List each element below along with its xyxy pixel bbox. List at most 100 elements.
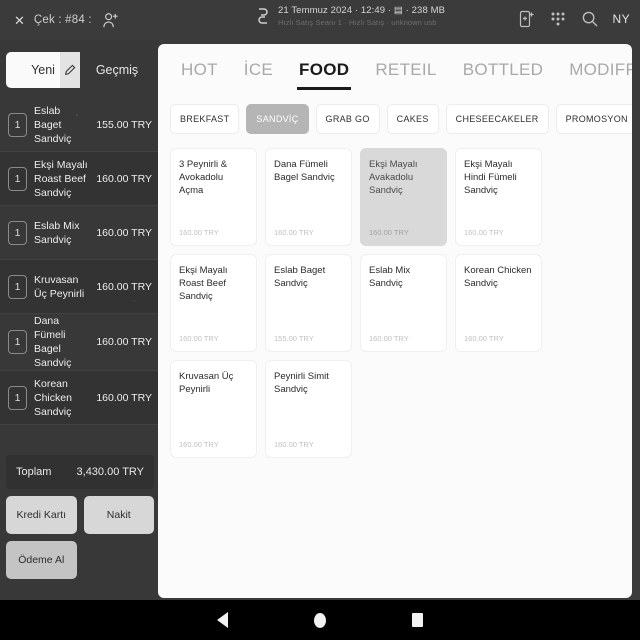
subcategory-chip[interactable]: GRAB GO <box>315 104 380 134</box>
product-price: 160.00 TRY <box>274 228 314 237</box>
pay-cash-button[interactable]: Nakit <box>83 496 154 534</box>
category-tab[interactable]: BOTTLED <box>450 60 557 90</box>
product-name: Kruvasan Üç Peynirli <box>179 371 234 395</box>
cart-item-row[interactable]: 1 Dana Fümeli Bagel Sandviç 160.00 TRY <box>0 314 160 371</box>
subcategory-chip[interactable]: PROMOSYON <box>555 104 632 134</box>
cart-item-qty[interactable]: 1 <box>8 112 27 137</box>
tab-new-label: Yeni <box>31 63 55 77</box>
cart-item-row[interactable]: 1 Ekşi Mayalı Roast Beef Sandviç 160.00 TR… <box>0 152 160 206</box>
recents-square-icon[interactable] <box>412 613 423 627</box>
add-person-icon[interactable] <box>101 11 120 30</box>
product-card[interactable]: Eslab Baget Sandviç 155.00 TRY <box>265 254 352 352</box>
pencil-icon[interactable] <box>60 52 80 88</box>
product-card[interactable]: Ekşi Mayalı Avakadolu Sandviç 160.00 TRY <box>360 148 447 246</box>
product-card[interactable]: Korean Chicken Sandviç 160.00 TRY <box>455 254 542 352</box>
product-name: Dana Fümeli Bagel Sandviç <box>274 159 335 183</box>
cart-item-row[interactable]: 1 Eslab Baget Sandviç 155.00 TRY <box>0 98 160 152</box>
subcategory-chip[interactable]: BREKFAST <box>170 104 240 134</box>
cart-item-qty[interactable]: 1 <box>8 220 27 245</box>
cart-item-price: 160.00 TRY <box>96 280 152 293</box>
product-name: Ekşi Mayalı Avakadolu Sandviç <box>369 159 418 196</box>
product-card[interactable]: 3 Peynirli & Avokadolu Açma 160.00 TRY <box>170 148 257 246</box>
product-price: 160.00 TRY <box>274 440 314 449</box>
cart-item-name: Kruvasan Üç Peynirli <box>34 273 85 300</box>
category-tabs[interactable]: HOTİCEFOODRETEILBOTTLEDMODIFFRES <box>158 44 632 90</box>
tab-history[interactable]: Geçmiş <box>80 52 154 88</box>
product-price: 160.00 TRY <box>179 334 219 343</box>
product-price: 160.00 TRY <box>464 334 504 343</box>
category-tab[interactable]: İCE <box>231 60 286 90</box>
datetime-memory-label: 21 Temmuz 2024 · 12:49 · ▤ · 238 MB <box>278 5 446 16</box>
cart-item-row[interactable]: 1 Eslab Mix Sandviç 160.00 TRY <box>0 206 160 260</box>
category-tab[interactable]: HOT <box>168 60 231 90</box>
subcategory-chip[interactable]: CAKES <box>386 104 439 134</box>
check-number-label[interactable]: Çek : #84 : <box>34 14 92 26</box>
cart-item-price: 160.00 TRY <box>96 391 152 404</box>
pos-app-screen: ✕ Çek : #84 : 21 Temmuz 2024 · 12:49 · ▤… <box>0 0 640 640</box>
subcategory-chips[interactable]: BREKFAST SANDVİÇ GRAB GO CAKES CHESEECAKELER… <box>158 90 632 134</box>
cart-item-name: Eslab Mix Sandviç <box>34 219 80 246</box>
user-initials-badge[interactable]: NY <box>613 12 630 26</box>
cart-total-value: 3,430.00 TRY <box>76 466 144 478</box>
pay-credit-card-button[interactable]: Kredi Kartı <box>6 496 77 534</box>
product-price: 155.00 TRY <box>274 334 314 343</box>
product-name: Peynirli Simit Sandviç <box>274 371 329 395</box>
take-payment-button[interactable]: Ödeme Al <box>6 541 77 579</box>
sync-icon <box>255 7 271 25</box>
catalog-panel: HOTİCEFOODRETEILBOTTLEDMODIFFRES BREKFAS… <box>158 44 632 598</box>
cart-item-list[interactable]: 1 Eslab Baget Sandviç 155.00 TRY 1 Ekşi Maya… <box>0 98 160 488</box>
cart-item-price: 160.00 TRY <box>96 226 152 239</box>
home-circle-icon[interactable] <box>314 612 326 628</box>
cart-item-price: 160.00 TRY <box>96 172 152 185</box>
tab-history-label: Geçmiş <box>95 63 139 77</box>
product-price: 160.00 TRY <box>179 440 219 449</box>
category-tab[interactable]: RETEIL <box>362 60 449 90</box>
product-name: Korean Chicken Sandviç <box>464 265 532 289</box>
product-price: 160.00 TRY <box>369 228 409 237</box>
search-icon[interactable] <box>581 10 599 28</box>
cart-item-qty[interactable]: 1 <box>8 274 27 299</box>
product-card[interactable]: Eslab Mix Sandviç 160.00 TRY <box>360 254 447 352</box>
cart-item-name: Ekşi Mayalı Roast Beef Sandviç <box>34 158 88 199</box>
cart-item-qty[interactable]: 1 <box>8 385 27 410</box>
cart-panel: Yeni Geçmiş 1 Eslab Baget Sandviç 155.00 T… <box>0 40 160 600</box>
cart-item-name: Dana Fümeli Bagel Sandviç <box>34 315 72 369</box>
status-bar-right: NY <box>517 10 630 28</box>
product-price: 160.00 TRY <box>179 228 219 237</box>
session-name-label: Hızlı Satış Seanı 1 · Hızlı Satış · unkn… <box>278 18 437 27</box>
add-device-icon[interactable] <box>517 10 535 28</box>
category-tab[interactable]: MODIFFRES <box>556 60 632 90</box>
product-card[interactable]: Ekşi Mayalı Roast Beef Sandviç 160.00 TRY <box>170 254 257 352</box>
product-price: 160.00 TRY <box>369 334 409 343</box>
subcategory-chip[interactable]: CHESEECAKELER <box>445 104 549 134</box>
product-price: 160.00 TRY <box>464 228 504 237</box>
product-name: Eslab Mix Sandviç <box>369 265 411 289</box>
cart-item-qty[interactable]: 1 <box>8 166 27 191</box>
product-card[interactable]: Ekşi Mayalı Hindi Fümeli Sandviç 160.00 T… <box>455 148 542 246</box>
cart-item-row[interactable]: 1 Korean Chicken Sandviç 160.00 TRY <box>0 371 160 425</box>
product-name: Ekşi Mayalı Hindi Fümeli Sandviç <box>464 159 517 196</box>
product-name: 3 Peynirli & Avokadolu Açma <box>179 159 228 196</box>
product-card[interactable]: Peynirli Simit Sandviç 160.00 TRY <box>265 360 352 458</box>
keypad-grid-icon[interactable] <box>549 10 567 28</box>
cart-tabs: Yeni Geçmiş <box>6 52 154 88</box>
close-icon[interactable]: ✕ <box>14 14 25 27</box>
cart-item-qty[interactable]: 1 <box>8 330 27 354</box>
status-bar: ✕ Çek : #84 : 21 Temmuz 2024 · 12:49 · ▤… <box>0 0 640 40</box>
product-card[interactable]: Dana Fümeli Bagel Sandviç 160.00 TRY <box>265 148 352 246</box>
cart-item-row[interactable]: 1 Kruvasan Üç Peynirli 160.00 TRY <box>0 260 160 314</box>
subcategory-chip[interactable]: SANDVİÇ <box>246 104 309 134</box>
payment-buttons: Kredi Kartı Nakit Ödeme Al <box>6 496 154 586</box>
session-meta: 21 Temmuz 2024 · 12:49 · ▤ · 238 MB Hızl… <box>278 5 445 27</box>
cart-item-name: Korean Chicken Sandviç <box>34 377 72 418</box>
product-grid[interactable]: 3 Peynirli & Avokadolu Açma 160.00 TRY Dan… <box>158 134 632 458</box>
session-info: 21 Temmuz 2024 · 12:49 · ▤ · 238 MB Hızl… <box>255 5 445 27</box>
back-triangle-icon[interactable] <box>217 612 228 628</box>
cart-item-price: 160.00 TRY <box>96 336 152 348</box>
tab-new[interactable]: Yeni <box>6 52 80 88</box>
cart-item-price: 155.00 TRY <box>96 118 152 131</box>
category-tab[interactable]: FOOD <box>286 60 362 90</box>
cart-total: Toplam 3,430.00 TRY <box>6 455 154 489</box>
product-card[interactable]: Kruvasan Üç Peynirli 160.00 TRY <box>170 360 257 458</box>
status-bar-left: ✕ Çek : #84 : <box>0 11 120 30</box>
